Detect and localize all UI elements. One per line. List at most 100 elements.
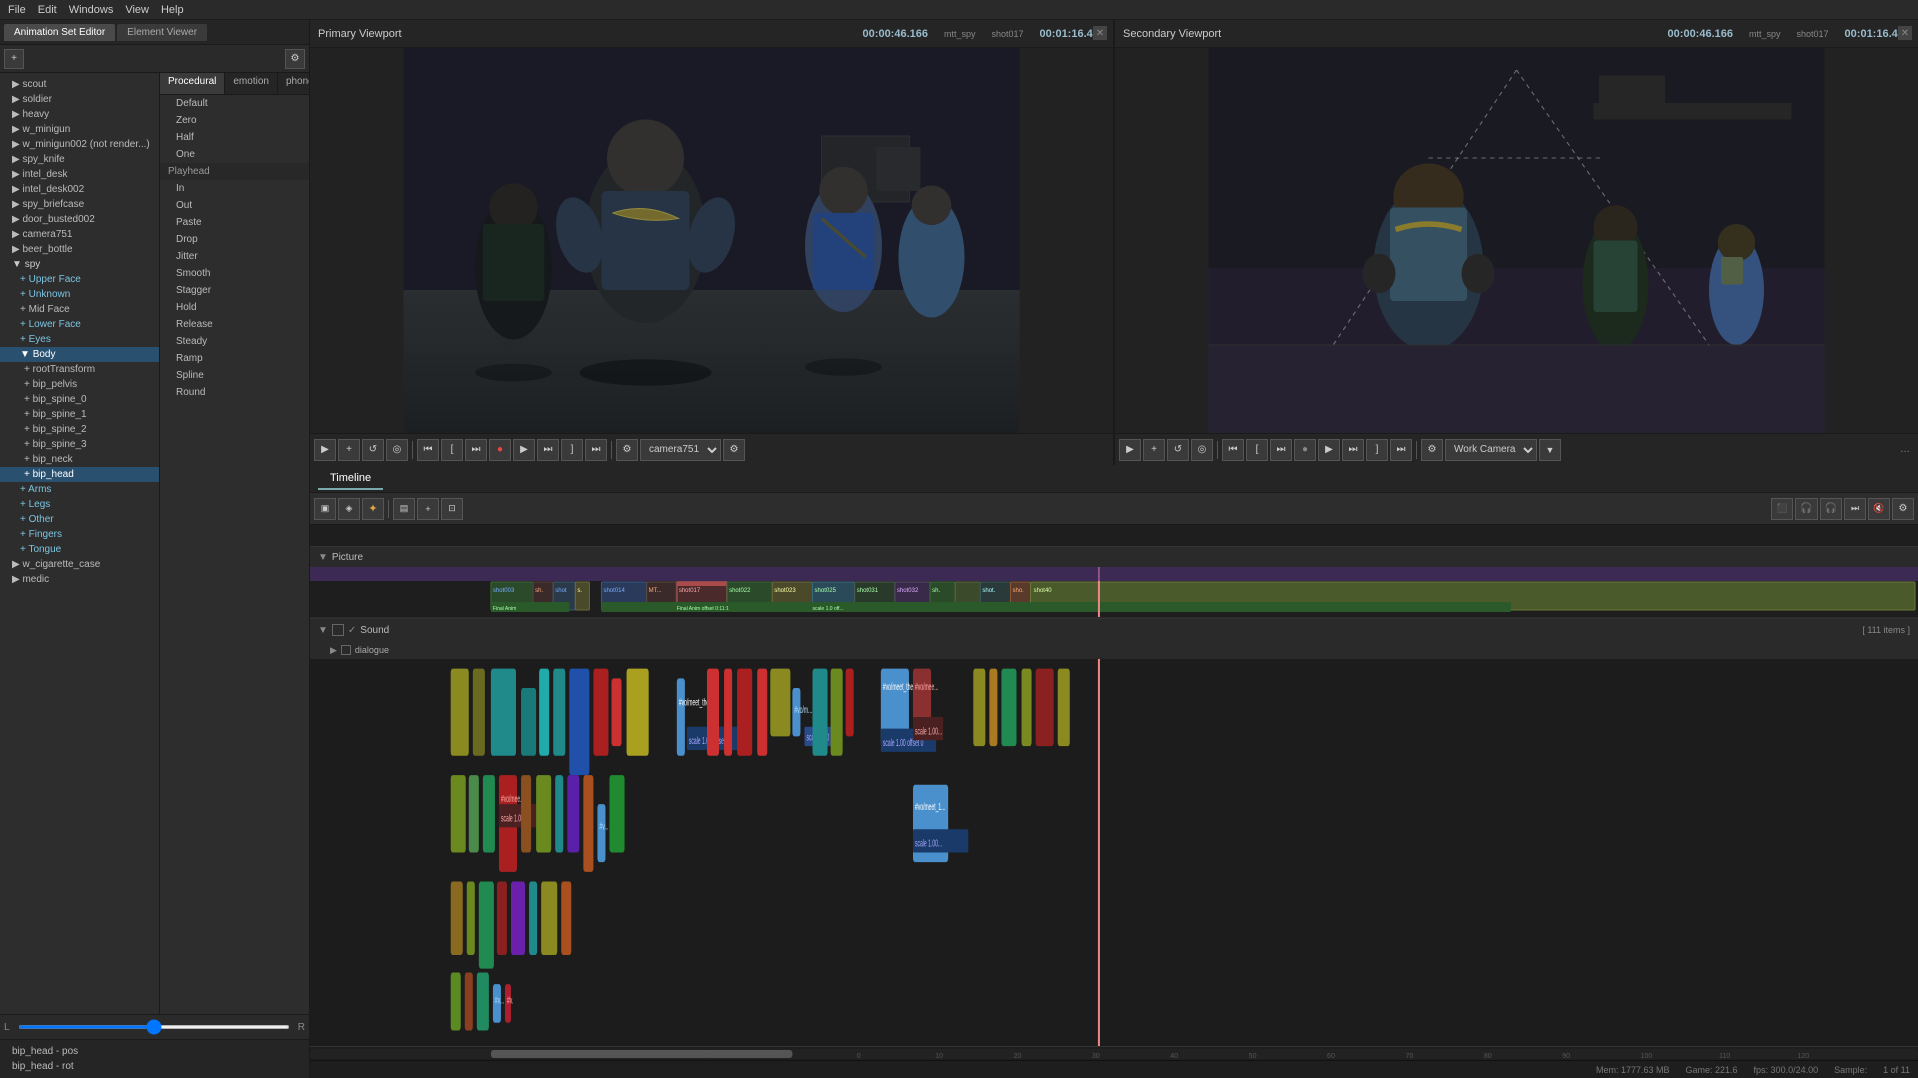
- vp-play-main[interactable]: ▶: [513, 439, 535, 461]
- tl-move[interactable]: ◈: [338, 498, 360, 520]
- camera-select[interactable]: camera751: [640, 439, 721, 461]
- tl-btn2[interactable]: +: [417, 498, 439, 520]
- tree-item-bip-spine2[interactable]: + bip_spine_2: [0, 422, 159, 437]
- tree-item-eyes[interactable]: + Eyes: [0, 332, 159, 347]
- anim-item-smooth[interactable]: Smooth: [160, 265, 309, 282]
- tree-item-bip-neck[interactable]: + bip_neck: [0, 452, 159, 467]
- tl-skip-end[interactable]: ⏭: [1844, 498, 1866, 520]
- tree-item-fingers[interactable]: + Fingers: [0, 527, 159, 542]
- sec-vp-start[interactable]: ⏭: [1270, 439, 1292, 461]
- tree-item-spy[interactable]: ▼ spy: [0, 257, 159, 272]
- tree-item-upper-face[interactable]: + Upper Face: [0, 272, 159, 287]
- vp-add-button[interactable]: +: [338, 439, 360, 461]
- tl-add-key[interactable]: ✦: [362, 498, 384, 520]
- anim-item-release[interactable]: Release: [160, 316, 309, 333]
- track-bip-head-rot[interactable]: bip_head - rot: [4, 1059, 305, 1074]
- vp-start[interactable]: ⏭: [465, 439, 487, 461]
- sec-vp-fwd[interactable]: ]: [1366, 439, 1388, 461]
- anim-tab-phoneme[interactable]: phoneme: [278, 73, 309, 94]
- tree-item-wminigun002[interactable]: ▶ w_minigun002 (not render...): [0, 137, 159, 152]
- vp-refresh-button[interactable]: ↺: [362, 439, 384, 461]
- tree-item-heavy[interactable]: ▶ heavy: [0, 107, 159, 122]
- tree-item-root-transform[interactable]: + rootTransform: [0, 362, 159, 377]
- tree-item-door[interactable]: ▶ door_busted002: [0, 212, 159, 227]
- vp-next-frame[interactable]: ⏭: [537, 439, 559, 461]
- vp-record[interactable]: ●: [489, 439, 511, 461]
- tree-item-bip-spine0[interactable]: + bip_spine_0: [0, 392, 159, 407]
- tree-item-legs[interactable]: + Legs: [0, 497, 159, 512]
- anim-item-ramp[interactable]: Ramp: [160, 350, 309, 367]
- anim-item-out[interactable]: Out: [160, 197, 309, 214]
- sound-expand-icon[interactable]: ▼: [318, 625, 328, 636]
- timeline-tab[interactable]: Timeline: [318, 468, 383, 490]
- vp-circle-button[interactable]: ◎: [386, 439, 408, 461]
- vp-settings[interactable]: ⚙: [616, 439, 638, 461]
- sound-lock-icon[interactable]: [332, 624, 344, 636]
- tab-element-viewer[interactable]: Element Viewer: [117, 24, 207, 41]
- secondary-viewport-close[interactable]: ✕: [1898, 26, 1912, 40]
- vp-play-button[interactable]: ▶: [314, 439, 336, 461]
- dialogue-lock[interactable]: [341, 645, 351, 655]
- vp-prev-frame[interactable]: ⏮: [417, 439, 439, 461]
- sec-vp-circle[interactable]: ◎: [1191, 439, 1213, 461]
- tree-item-lower-face[interactable]: + Lower Face: [0, 317, 159, 332]
- anim-item-spline[interactable]: Spline: [160, 367, 309, 384]
- anim-tab-procedural[interactable]: Procedural: [160, 73, 225, 94]
- tree-item-intel-desk[interactable]: ▶ intel_desk: [0, 167, 159, 182]
- menu-file[interactable]: File: [8, 4, 26, 16]
- sec-vp-record[interactable]: ●: [1294, 439, 1316, 461]
- tl-mute[interactable]: 🔇: [1868, 498, 1890, 520]
- anim-item-zero[interactable]: Zero: [160, 112, 309, 129]
- tree-item-arms[interactable]: + Arms: [0, 482, 159, 497]
- tab-animation-set-editor[interactable]: Animation Set Editor: [4, 24, 115, 41]
- anim-item-default[interactable]: Default: [160, 95, 309, 112]
- tree-item-other[interactable]: + Other: [0, 512, 159, 527]
- sec-vp-prev[interactable]: ⏮: [1222, 439, 1244, 461]
- sec-camera-select[interactable]: Work Camera: [1445, 439, 1537, 461]
- settings-button[interactable]: ⚙: [285, 49, 305, 69]
- menu-windows[interactable]: Windows: [69, 4, 114, 16]
- anim-item-round[interactable]: Round: [160, 384, 309, 401]
- anim-item-half[interactable]: Half: [160, 129, 309, 146]
- add-button[interactable]: +: [4, 49, 24, 69]
- sec-vp-play[interactable]: ▶: [1119, 439, 1141, 461]
- tree-item-soldier[interactable]: ▶ soldier: [0, 92, 159, 107]
- tl-btn1[interactable]: ▤: [393, 498, 415, 520]
- anim-item-hold[interactable]: Hold: [160, 299, 309, 316]
- tree-item-spy-briefcase[interactable]: ▶ spy_briefcase: [0, 197, 159, 212]
- vp-frame-back[interactable]: [: [441, 439, 463, 461]
- anim-tab-emotion[interactable]: emotion: [225, 73, 278, 94]
- track-bip-head-pos[interactable]: bip_head - pos: [4, 1044, 305, 1059]
- tree-item-w-cigarette-case[interactable]: ▶ w_cigarette_case: [0, 557, 159, 572]
- tl-headphone2[interactable]: 🎧: [1820, 498, 1842, 520]
- menu-help[interactable]: Help: [161, 4, 184, 16]
- vp-frame-fwd[interactable]: ]: [561, 439, 583, 461]
- tree-item-scout[interactable]: ▶ scout: [0, 77, 159, 92]
- menu-view[interactable]: View: [125, 4, 149, 16]
- tree-item-body[interactable]: ▼ Body: [0, 347, 159, 362]
- tree-item-wminigun[interactable]: ▶ w_minigun: [0, 122, 159, 137]
- tl-record-right[interactable]: ⬛: [1771, 498, 1793, 520]
- sec-vp-add[interactable]: +: [1143, 439, 1165, 461]
- sec-vp-back[interactable]: [: [1246, 439, 1268, 461]
- primary-viewport-close[interactable]: ✕: [1093, 26, 1107, 40]
- anim-item-drop[interactable]: Drop: [160, 231, 309, 248]
- tree-item-intel-desk002[interactable]: ▶ intel_desk002: [0, 182, 159, 197]
- tree-item-medic[interactable]: ▶ medic: [0, 572, 159, 587]
- sec-vp-refresh[interactable]: ↺: [1167, 439, 1189, 461]
- sec-vp-settings[interactable]: ⚙: [1421, 439, 1443, 461]
- tree-item-camera751[interactable]: ▶ camera751: [0, 227, 159, 242]
- sound-visible-icon[interactable]: ✓: [348, 625, 356, 636]
- sec-vp-cam-settings[interactable]: ▼: [1539, 439, 1561, 461]
- tree-item-mid-face[interactable]: + Mid Face: [0, 302, 159, 317]
- tl-select[interactable]: ▣: [314, 498, 336, 520]
- sec-vp-play-main[interactable]: ▶: [1318, 439, 1340, 461]
- tree-item-unknown[interactable]: + Unknown: [0, 287, 159, 302]
- tree-item-beer-bottle[interactable]: ▶ beer_bottle: [0, 242, 159, 257]
- tree-item-bip-pelvis[interactable]: + bip_pelvis: [0, 377, 159, 392]
- vp-cam-settings[interactable]: ⚙: [723, 439, 745, 461]
- anim-item-paste[interactable]: Paste: [160, 214, 309, 231]
- anim-item-jitter[interactable]: Jitter: [160, 248, 309, 265]
- tree-item-tongue[interactable]: + Tongue: [0, 542, 159, 557]
- anim-item-one[interactable]: One: [160, 146, 309, 163]
